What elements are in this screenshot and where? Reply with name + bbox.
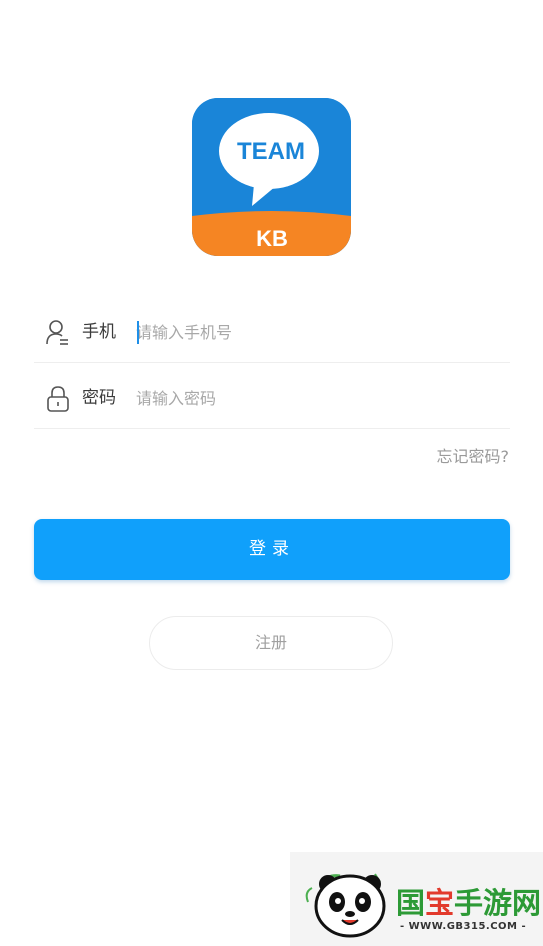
password-row: 密码	[34, 368, 510, 429]
panda-mascot-icon	[305, 873, 386, 938]
text-cursor	[137, 321, 139, 344]
site-watermark: 国宝手游网 - WWW.GB315.COM -	[290, 852, 543, 946]
logo-text: TEAM	[237, 138, 305, 165]
password-label: 密码	[82, 388, 116, 408]
phone-input[interactable]	[136, 316, 496, 348]
watermark-brand-part2: 宝	[425, 886, 455, 920]
watermark-url: - WWW.GB315.COM -	[400, 921, 527, 932]
logo-sub-text: KB	[256, 226, 288, 251]
phone-row: 手机	[34, 302, 510, 363]
login-button[interactable]: 登录	[34, 519, 510, 580]
password-input[interactable]	[136, 382, 496, 414]
phone-label: 手机	[82, 322, 116, 342]
team-logo-graphic: TEAM KB	[192, 98, 351, 256]
watermark-brand-part3: 手游网	[454, 886, 542, 920]
watermark-brand-part1: 国	[396, 886, 426, 920]
forgot-password-link[interactable]: 忘记密码?	[437, 443, 510, 467]
watermark-brand: 国宝手游网	[396, 880, 541, 922]
app-logo: TEAM KB	[192, 98, 351, 256]
lock-icon	[45, 385, 71, 413]
register-button[interactable]: 注册	[149, 616, 393, 670]
user-icon	[45, 319, 71, 347]
